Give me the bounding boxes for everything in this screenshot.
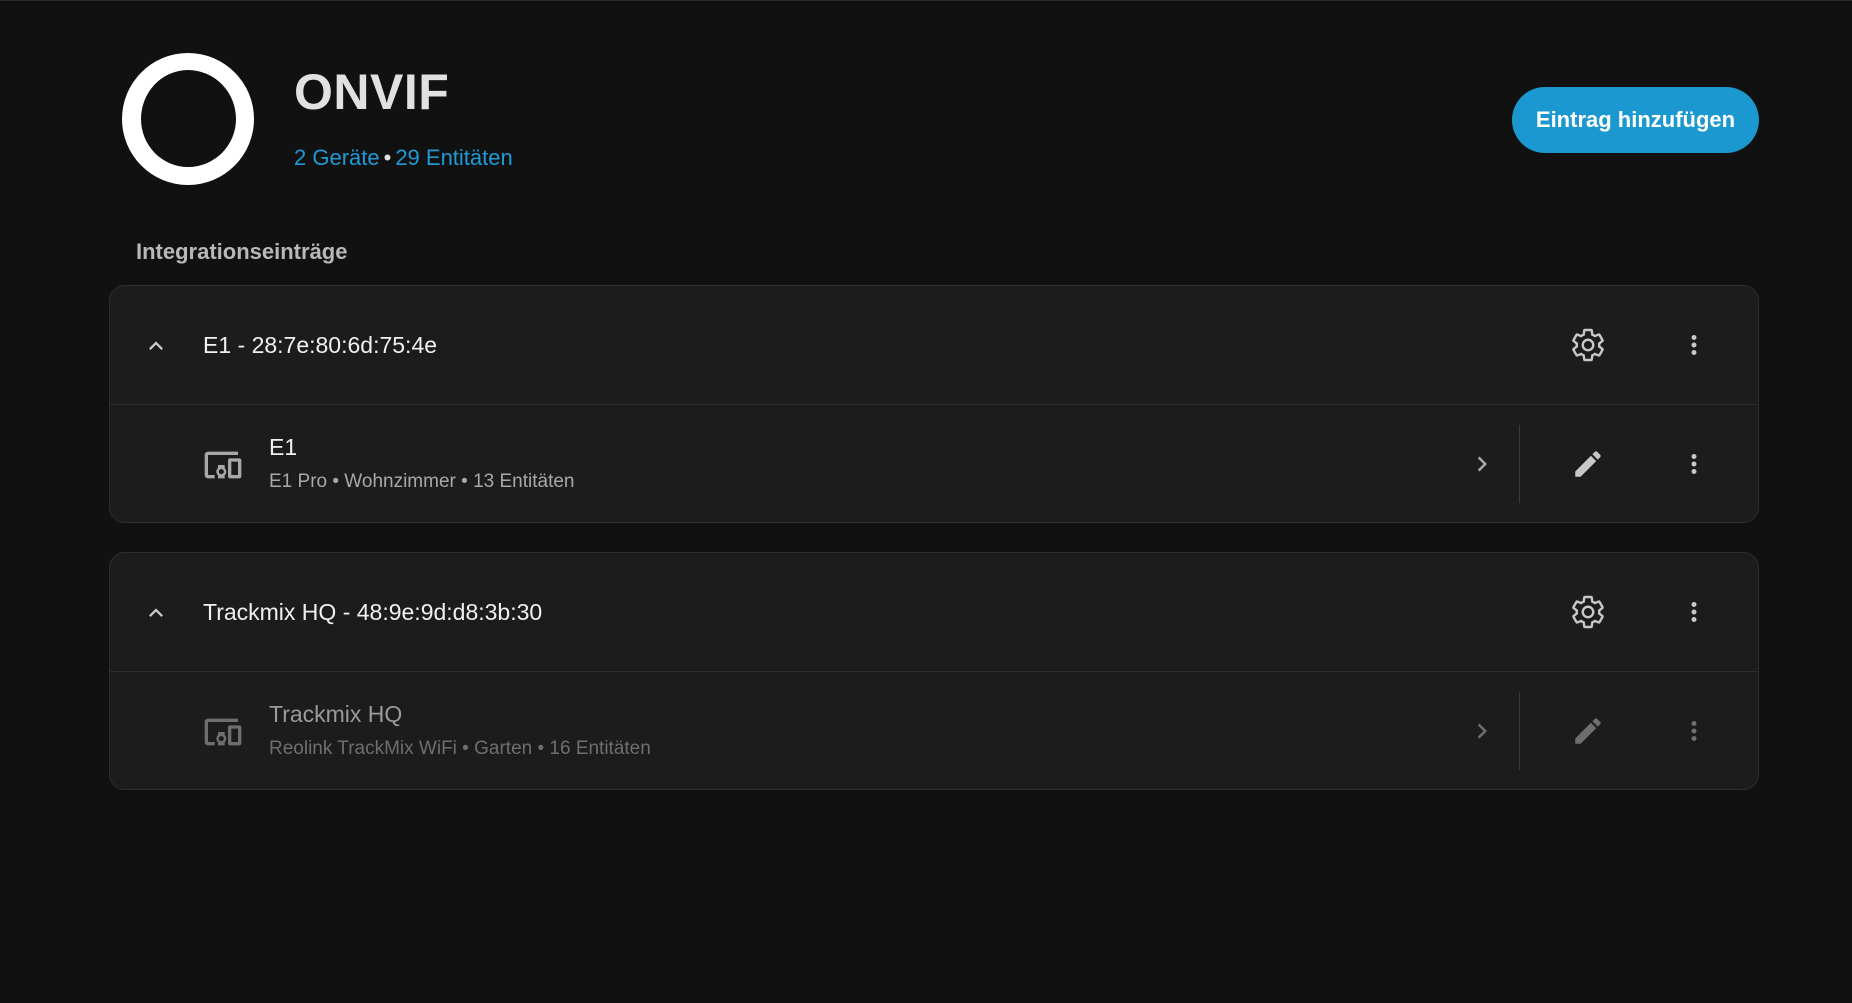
dots-vertical-icon bbox=[1691, 721, 1697, 741]
chevron-right-icon bbox=[1477, 456, 1487, 472]
device-row-link[interactable] bbox=[110, 672, 1519, 790]
device-edit-button[interactable] bbox=[1564, 440, 1612, 488]
collapse-button[interactable] bbox=[132, 589, 180, 637]
integration-entry-card: Trackmix HQ - 48:9e:9d:d8:3b:30 Trackmix… bbox=[109, 552, 1759, 790]
add-entry-button[interactable]: Eintrag hinzufügen bbox=[1512, 87, 1759, 153]
chevron-right-icon bbox=[1477, 723, 1487, 739]
entry-menu-button[interactable] bbox=[1670, 321, 1718, 369]
device-row-link[interactable] bbox=[110, 405, 1519, 523]
section-title: Integrationseinträge bbox=[136, 239, 348, 264]
devices-link[interactable]: 2 Geräte bbox=[294, 145, 380, 170]
device-name: E1 bbox=[269, 434, 298, 460]
device-edit-button[interactable] bbox=[1564, 707, 1612, 755]
integration-header: ONVIF 2 Geräte • 29 Entitäten Eintrag hinz… bbox=[110, 53, 1760, 193]
entry-title: E1 - 28:7e:80:6d:75:4e bbox=[203, 332, 438, 358]
device-open-button[interactable] bbox=[1458, 440, 1506, 488]
device-open-button[interactable] bbox=[1458, 707, 1506, 755]
device-row: Trackmix HQ Reolink TrackMix WiFi • Gart… bbox=[110, 672, 1758, 790]
summary-separator: • bbox=[383, 145, 392, 170]
gear-icon bbox=[1572, 328, 1604, 362]
device-meta: E1 Pro • Wohnzimmer • 13 Entitäten bbox=[269, 471, 575, 492]
device-menu-button[interactable] bbox=[1670, 440, 1718, 488]
page-title: ONVIF bbox=[294, 64, 450, 120]
entry-title: Trackmix HQ - 48:9e:9d:d8:3b:30 bbox=[203, 599, 543, 625]
onvif-logo-icon bbox=[122, 53, 254, 185]
device-meta: Reolink TrackMix WiFi • Garten • 16 Enti… bbox=[269, 738, 651, 759]
device-menu-button[interactable] bbox=[1670, 707, 1718, 755]
devices-icon bbox=[204, 451, 242, 479]
pencil-icon bbox=[1575, 718, 1601, 744]
pencil-icon bbox=[1575, 451, 1601, 477]
chevron-up-icon bbox=[149, 341, 163, 350]
device-row: E1 E1 Pro • Wohnzimmer • 13 Entitäten bbox=[110, 405, 1758, 523]
entry-settings-button[interactable] bbox=[1564, 588, 1612, 636]
devices-icon bbox=[204, 718, 242, 746]
entry-header: Trackmix HQ - 48:9e:9d:d8:3b:30 bbox=[110, 553, 1758, 672]
dots-vertical-icon bbox=[1691, 335, 1697, 355]
entry-settings-button[interactable] bbox=[1564, 321, 1612, 369]
gear-icon bbox=[1572, 595, 1604, 629]
integration-entry-card: E1 - 28:7e:80:6d:75:4e E1 E1 Pro • Wohnz… bbox=[109, 285, 1759, 523]
row-divider bbox=[1519, 692, 1520, 770]
dots-vertical-icon bbox=[1691, 602, 1697, 622]
collapse-button[interactable] bbox=[132, 322, 180, 370]
entities-link[interactable]: 29 Entitäten bbox=[395, 145, 512, 170]
entry-header: E1 - 28:7e:80:6d:75:4e bbox=[110, 286, 1758, 405]
entry-menu-button[interactable] bbox=[1670, 588, 1718, 636]
integration-summary: 2 Geräte • 29 Entitäten bbox=[294, 145, 513, 171]
device-name: Trackmix HQ bbox=[269, 701, 403, 727]
chevron-up-icon bbox=[149, 608, 163, 617]
dots-vertical-icon bbox=[1691, 454, 1697, 474]
integration-page: ONVIF 2 Geräte • 29 Entitäten Eintrag hinz… bbox=[0, 0, 1852, 1003]
row-divider bbox=[1519, 425, 1520, 503]
